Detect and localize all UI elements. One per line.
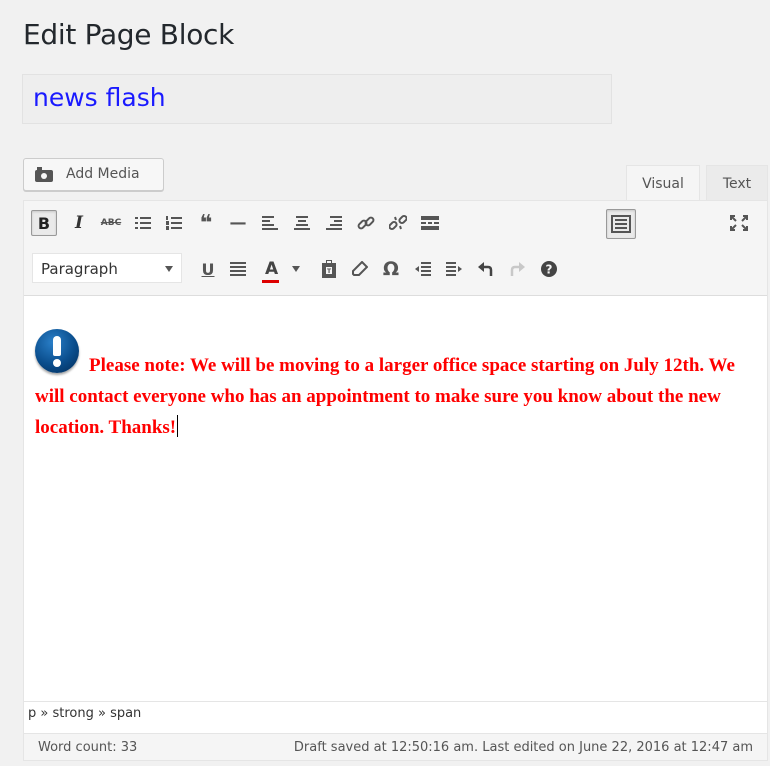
text-color-icon: A xyxy=(262,259,279,283)
special-character-button[interactable]: Ω xyxy=(378,256,404,282)
indent-icon xyxy=(446,262,462,276)
add-media-label: Add Media xyxy=(66,166,140,182)
element-path-text[interactable]: p » strong » span xyxy=(28,706,141,721)
bold-button[interactable]: B xyxy=(31,210,57,236)
align-center-button[interactable] xyxy=(289,210,315,236)
bullet-list-icon xyxy=(135,217,151,229)
help-icon: ? xyxy=(541,261,557,277)
align-left-button[interactable] xyxy=(257,210,283,236)
align-left-icon xyxy=(262,216,278,230)
undo-icon xyxy=(478,262,493,276)
omega-icon: Ω xyxy=(382,258,400,280)
bullet-list-button[interactable] xyxy=(130,210,156,236)
toolbar-toggle-button[interactable] xyxy=(606,209,636,239)
title-input-value[interactable]: news flash xyxy=(33,83,166,112)
italic-icon: I xyxy=(75,213,83,233)
format-select-value: Paragraph xyxy=(41,260,118,278)
redo-icon xyxy=(510,262,525,276)
title-input[interactable]: news flash xyxy=(22,74,612,124)
indent-button[interactable] xyxy=(441,256,467,282)
fullscreen-button[interactable] xyxy=(726,210,752,236)
keyboard-icon xyxy=(611,215,631,233)
numbered-list-button[interactable] xyxy=(161,210,187,236)
autosave-status: Draft saved at 12:50:16 am. Last edited … xyxy=(293,740,753,755)
strikethrough-icon: ABC xyxy=(100,218,122,228)
read-more-icon xyxy=(421,216,439,230)
page-title: Edit Page Block xyxy=(23,18,235,51)
strikethrough-button[interactable]: ABC xyxy=(98,210,124,236)
element-path: p » strong » span xyxy=(24,701,767,725)
text-color-button[interactable]: A xyxy=(260,256,304,283)
read-more-button[interactable] xyxy=(417,210,443,236)
text-cursor xyxy=(177,415,179,437)
word-count: Word count: 33 xyxy=(38,740,138,755)
link-icon xyxy=(357,216,375,230)
editor-statusbar: Word count: 33 Draft saved at 12:50:16 a… xyxy=(23,733,768,761)
italic-button[interactable]: I xyxy=(66,210,92,236)
blockquote-button[interactable]: ❝ xyxy=(193,210,219,236)
caret-down-icon xyxy=(292,266,301,272)
undo-button[interactable] xyxy=(473,256,499,282)
editor: B I ABC ❝ — Paragraph U A T Ω ? Please n… xyxy=(23,200,768,740)
redo-button[interactable] xyxy=(504,256,530,282)
underline-icon: U xyxy=(201,259,215,279)
unlink-icon xyxy=(389,214,407,231)
clipboard-icon: T xyxy=(322,260,336,278)
align-right-button[interactable] xyxy=(321,210,347,236)
svg-text:?: ? xyxy=(546,263,553,277)
content-text: Please note: We will be moving to a larg… xyxy=(35,355,735,438)
format-select[interactable]: Paragraph xyxy=(32,253,182,283)
fullscreen-icon xyxy=(730,215,748,231)
outdent-icon xyxy=(415,262,431,276)
camera-icon xyxy=(35,167,53,182)
blockquote-icon: ❝ xyxy=(199,210,213,236)
horizontal-line-button[interactable]: — xyxy=(225,210,251,236)
add-media-button[interactable]: Add Media xyxy=(23,158,164,191)
eraser-icon xyxy=(352,261,368,276)
editor-content[interactable]: Please note: We will be moving to a larg… xyxy=(35,329,750,443)
insert-link-button[interactable] xyxy=(353,210,379,236)
tab-text[interactable]: Text xyxy=(706,165,768,201)
bold-icon: B xyxy=(37,213,51,233)
outdent-button[interactable] xyxy=(410,256,436,282)
chevron-down-icon xyxy=(165,266,173,272)
align-right-icon xyxy=(326,216,342,230)
align-center-icon xyxy=(294,216,310,230)
underline-button[interactable]: U xyxy=(195,256,221,282)
paste-text-button[interactable]: T xyxy=(316,256,342,282)
remove-link-button[interactable] xyxy=(385,210,411,236)
justify-icon xyxy=(230,262,246,276)
editor-toolbar: B I ABC ❝ — Paragraph U A T Ω ? xyxy=(24,201,767,296)
numbered-list-icon xyxy=(166,216,182,230)
info-icon xyxy=(35,329,79,373)
horizontal-line-icon: — xyxy=(229,213,247,233)
help-button[interactable]: ? xyxy=(536,256,562,282)
justify-button[interactable] xyxy=(225,256,251,282)
tab-visual[interactable]: Visual xyxy=(626,165,700,202)
clear-formatting-button[interactable] xyxy=(347,256,373,282)
